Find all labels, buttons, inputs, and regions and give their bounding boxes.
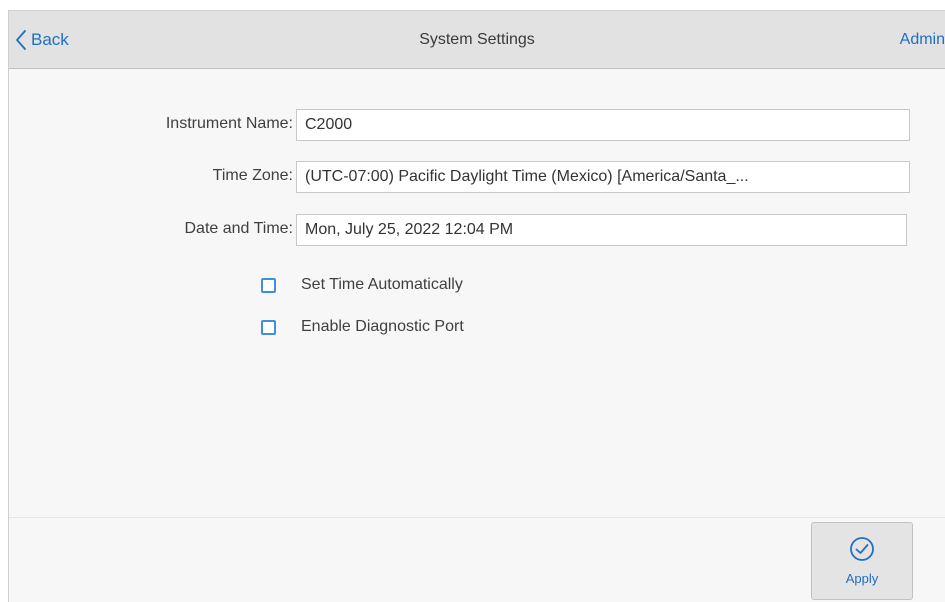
apply-label: Apply [845, 571, 879, 586]
date-time-field[interactable]: Mon, July 25, 2022 12:04 PM [296, 214, 907, 246]
header-bar: Back System Settings Admin [9, 11, 945, 69]
enable-diagnostic-port-option[interactable]: Enable Diagnostic Port [261, 315, 464, 339]
time-zone-row: Time Zone: (UTC-07:00) Pacific Daylight … [9, 161, 945, 193]
enable-diagnostic-port-checkbox[interactable] [261, 319, 276, 335]
apply-button[interactable]: Apply [811, 522, 913, 600]
date-time-row: Date and Time: Mon, July 25, 2022 12:04 … [9, 214, 945, 246]
time-zone-label: Time Zone: [212, 167, 293, 184]
instrument-name-label: Instrument Name: [165, 115, 293, 132]
set-time-automatically-option[interactable]: Set Time Automatically [261, 273, 463, 297]
instrument-name-field[interactable]: C2000 [296, 109, 910, 141]
checkmark-circle-icon [849, 536, 875, 567]
set-time-automatically-checkbox[interactable] [261, 277, 276, 293]
date-time-label: Date and Time: [184, 220, 294, 237]
enable-diagnostic-port-label: Enable Diagnostic Port [301, 318, 464, 335]
footer-bar: Apply [9, 517, 945, 602]
settings-window: Back System Settings Admin Instrument Na… [8, 10, 945, 602]
set-time-automatically-label: Set Time Automatically [301, 276, 463, 293]
instrument-name-row: Instrument Name: C2000 [9, 109, 945, 141]
admin-user-link[interactable]: Admin [900, 31, 945, 49]
time-zone-select[interactable]: (UTC-07:00) Pacific Daylight Time (Mexic… [296, 161, 910, 193]
page-title: System Settings [419, 31, 535, 48]
